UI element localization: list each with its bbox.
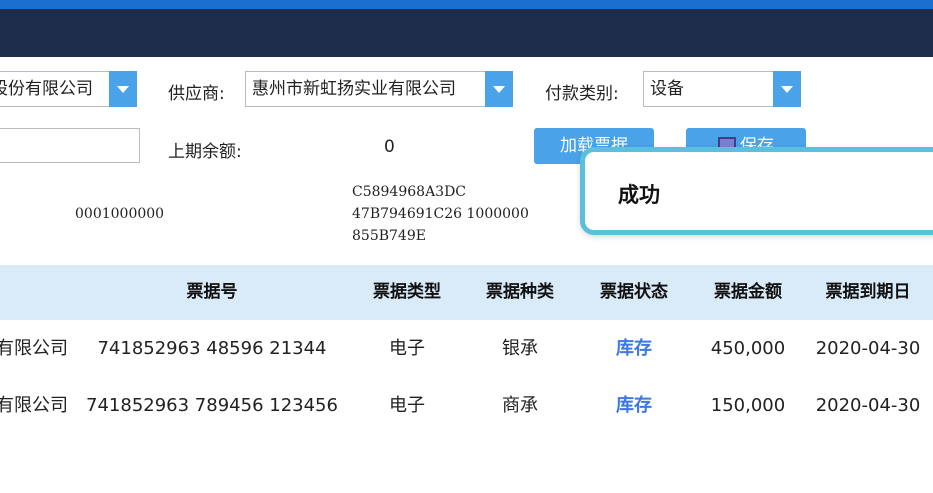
account-number: 0001000000 [75, 206, 165, 222]
supplier-select[interactable]: 惠州市新虹扬实业有限公司 [245, 71, 488, 107]
col-header-bill-status[interactable]: 票据状态 [579, 265, 689, 320]
code-line-1: C5894968A3DC [352, 184, 467, 200]
col-header-bill-type[interactable]: 票据类型 [352, 265, 462, 320]
cell-bill-status: 库存 [616, 395, 652, 416]
col-header-due-date[interactable]: 票据到期日 [808, 265, 928, 320]
cell-company: 有限公司 [0, 395, 68, 416]
payment-type-select[interactable]: 设备 [643, 71, 776, 107]
cell-bill-amount: 450,000 [710, 338, 786, 359]
cell-bill-status: 库存 [616, 338, 652, 359]
company-select-value: 股份有限公司 [0, 79, 93, 99]
code-line-3: 855B749E [352, 228, 426, 244]
payment-type-select-value: 设备 [650, 79, 684, 99]
toast-message: 成功 [618, 183, 660, 207]
col-header-bill-kind[interactable]: 票据种类 [465, 265, 575, 320]
prev-balance-value: 0 [384, 137, 395, 157]
col-header-bill-no[interactable]: 票据号 [112, 265, 312, 320]
prev-balance-label: 上期余额: [168, 142, 242, 162]
cell-bill-no: 741852963 48596 21344 [97, 338, 327, 359]
top-accent-strip [0, 0, 933, 9]
payment-type-label: 付款类别: [545, 84, 619, 104]
cell-due-date: 2020-04-30 [815, 395, 921, 416]
cell-bill-no: 741852963 789456 123456 [86, 395, 338, 416]
payment-type-dropdown-chevron-icon[interactable] [773, 71, 801, 107]
supplier-dropdown-chevron-icon[interactable] [485, 71, 513, 107]
company-select[interactable]: 股份有限公司 [0, 71, 112, 107]
col-header-bill-amount[interactable]: 票据金额 [692, 265, 804, 320]
cell-bill-amount: 150,000 [710, 395, 786, 416]
success-toast: 成功 [580, 147, 933, 235]
cell-due-date: 2020-04-30 [815, 338, 921, 359]
cell-company: 有限公司 [0, 338, 68, 359]
app-header-bar [0, 9, 933, 57]
supplier-select-value: 惠州市新虹扬实业有限公司 [252, 79, 456, 99]
supplier-label: 供应商: [168, 84, 225, 104]
company-dropdown-chevron-icon[interactable] [109, 71, 137, 107]
cell-bill-kind: 银承 [502, 338, 538, 359]
text-input[interactable] [0, 128, 140, 163]
code-line-2: 47B794691C26 1000000 [352, 206, 529, 222]
cell-bill-type: 电子 [389, 395, 425, 416]
cell-bill-type: 电子 [389, 338, 425, 359]
cell-bill-kind: 商承 [502, 395, 538, 416]
